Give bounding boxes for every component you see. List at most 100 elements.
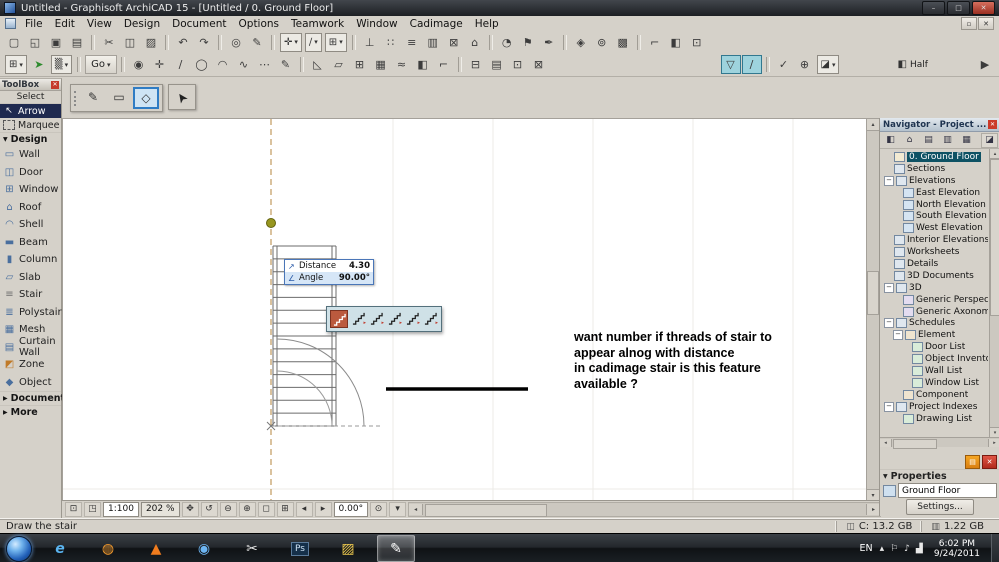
copy-icon[interactable]: ◫	[120, 33, 140, 52]
settings-button[interactable]: Settings...	[906, 499, 974, 515]
network-icon[interactable]: ▟	[916, 544, 923, 554]
palette-drag-handle[interactable]	[74, 90, 79, 106]
new-file-icon[interactable]: ▢	[4, 33, 24, 52]
tree-item-worksheets[interactable]: Worksheets	[882, 246, 988, 258]
menu-design[interactable]: Design	[118, 18, 166, 30]
layout-mode-icon[interactable]: ⊡	[65, 501, 82, 517]
clock[interactable]: 6:02 PM 9/24/2011	[930, 539, 984, 559]
view-map-icon[interactable]: ▤	[920, 133, 937, 148]
zoom-in-icon[interactable]: ⊕	[238, 501, 256, 517]
vlc-icon[interactable]: ▲	[137, 535, 175, 562]
tree-item-generic-axonometry[interactable]: Generic Axonometry	[882, 306, 988, 318]
pen-sets-icon[interactable]: ✒	[539, 33, 559, 52]
stair-selected-icon[interactable]	[330, 310, 348, 328]
tree-item-west-elevation[interactable]: West Elevation	[882, 222, 988, 234]
scroll-left-icon[interactable]: ◂	[409, 503, 424, 515]
zoom-out-icon[interactable]: ⊖	[219, 501, 237, 517]
tool-window[interactable]: ⊞ Window	[0, 181, 61, 199]
section-design[interactable]: ▼ Design	[0, 132, 61, 146]
mesh-icon[interactable]: ▦	[371, 55, 391, 74]
subtract-icon[interactable]: ⊟	[466, 55, 486, 74]
profile-manager-icon[interactable]: ⌐	[645, 33, 665, 52]
menu-teamwork[interactable]: Teamwork	[285, 18, 350, 30]
tree-item-east-elevation[interactable]: East Elevation	[882, 187, 988, 199]
redo-icon[interactable]: ↷	[194, 33, 214, 52]
frame-icon[interactable]: ⊡	[508, 55, 528, 74]
scroll-thumb[interactable]	[893, 438, 937, 449]
tool-curtain-wall[interactable]: ▤ Curtain Wall	[0, 336, 61, 358]
tree-item-drawing-list[interactable]: Drawing List	[882, 413, 988, 425]
tree-item-sections[interactable]: Sections	[882, 163, 988, 175]
tool-column[interactable]: ▮ Column	[0, 251, 61, 269]
view-options-combo[interactable]: ◪ ▾	[816, 55, 840, 74]
tree-item-element[interactable]: − Element	[882, 329, 988, 341]
scroll-thumb[interactable]	[425, 503, 548, 517]
tool-arrow[interactable]: ↖ Arrow	[0, 104, 61, 118]
tool-shell[interactable]: ◠ Shell	[0, 216, 61, 234]
action-center-icon[interactable]: ⚐	[890, 544, 898, 554]
trace-reference-toggle[interactable]: ◧ Half	[897, 59, 927, 70]
scroll-thumb[interactable]	[867, 271, 879, 315]
story-selector[interactable]: Ground Floor	[880, 483, 999, 498]
section-more[interactable]: ▶ More	[0, 405, 61, 419]
stories-icon[interactable]: ▥	[423, 33, 443, 52]
line-tool-icon[interactable]: ∕	[171, 55, 191, 74]
tool-beam[interactable]: ▬ Beam	[0, 234, 61, 252]
gravity-icon[interactable]: ⊥	[360, 33, 380, 52]
cut-icon[interactable]: ✂	[99, 33, 119, 52]
scroll-thumb[interactable]	[990, 159, 999, 317]
menu-edit[interactable]: Edit	[49, 18, 81, 30]
spline-tool-icon[interactable]: ∿	[234, 55, 254, 74]
tool-marquee[interactable]: Marquee	[0, 118, 61, 132]
navigator-options-icon[interactable]: ◪	[981, 132, 998, 148]
tool-door[interactable]: ◫ Door	[0, 164, 61, 182]
photoshop-icon[interactable]: Ps	[281, 535, 319, 562]
rect-method-icon[interactable]: ▭	[107, 87, 131, 107]
zoom-window-icon[interactable]: ◻	[257, 501, 275, 517]
polygon-tool-icon[interactable]: ▱	[329, 55, 349, 74]
zoom-display[interactable]: 202 %	[140, 501, 180, 517]
start-button[interactable]	[6, 535, 32, 562]
tree-item-3d-documents[interactable]: 3D Documents	[882, 270, 988, 282]
element-settings-combo[interactable]: ⊞ ▾	[5, 55, 27, 74]
project-map-icon[interactable]: ⌂	[901, 133, 918, 148]
guide-lines-combo[interactable]: ∕ ▾	[304, 32, 322, 52]
favorites-icon[interactable]: ◉	[129, 55, 149, 74]
close-button[interactable]: ✕	[972, 1, 995, 15]
check-icon[interactable]: ✓	[774, 55, 794, 74]
tool-wall[interactable]: ▭ Wall	[0, 146, 61, 164]
more-options-icon[interactable]: ▾	[389, 501, 407, 517]
tree-item-door-list[interactable]: Door List	[882, 341, 988, 353]
show-hidden-icons[interactable]: ▴	[880, 544, 885, 554]
arc-tool-icon[interactable]: ◠	[213, 55, 233, 74]
layers-icon[interactable]: ≡	[402, 33, 422, 52]
volume-icon[interactable]: ♪	[904, 544, 910, 554]
documents-folder-icon[interactable]: ▨	[329, 535, 367, 562]
markup-tools-icon[interactable]: ⚑	[518, 33, 538, 52]
canvas-vertical-scrollbar[interactable]: ▴ ▾	[866, 118, 880, 502]
stair-turn-icon[interactable]	[368, 310, 384, 326]
menu-document[interactable]: Document	[166, 18, 232, 30]
tree-item-elevations[interactable]: − Elevations	[882, 175, 988, 187]
tree-expander-icon[interactable]: −	[884, 282, 894, 293]
toolbox-close-icon[interactable]: ✕	[51, 80, 59, 89]
terrain-icon[interactable]: ≈	[392, 55, 412, 74]
maximize-button[interactable]: □	[947, 1, 970, 15]
tool-stair[interactable]: ≡ Stair	[0, 286, 61, 304]
view-mode-icon[interactable]: ◳	[84, 501, 101, 517]
tree-item-3d[interactable]: − 3D	[882, 282, 988, 294]
toolbox-header[interactable]: ToolBox ✕	[0, 79, 61, 91]
tree-item-north-elevation[interactable]: North Elevation	[882, 199, 988, 211]
paste-icon[interactable]: ▨	[141, 33, 161, 52]
tree-expander-icon[interactable]: −	[884, 401, 894, 412]
project-chooser-icon[interactable]: ◧	[882, 133, 899, 148]
scroll-track[interactable]	[423, 503, 866, 517]
mouse-constraint-combo[interactable]: ✛ ▾	[280, 32, 302, 52]
tool-object[interactable]: ◆ Object	[0, 374, 61, 392]
tree-item-component[interactable]: Component	[882, 389, 988, 401]
floor-plan-canvas[interactable]: ↗ Distance 4.30 ∠ Angle 90.00° want numb…	[62, 118, 868, 502]
scroll-right-icon[interactable]: ▸	[988, 438, 999, 447]
navigator-horizontal-scrollbar[interactable]: ◂ ▸	[880, 437, 999, 449]
tool-roof[interactable]: ⌂ Roof	[0, 199, 61, 217]
tree-item-0-ground-floor[interactable]: 0. Ground Floor	[882, 151, 988, 163]
